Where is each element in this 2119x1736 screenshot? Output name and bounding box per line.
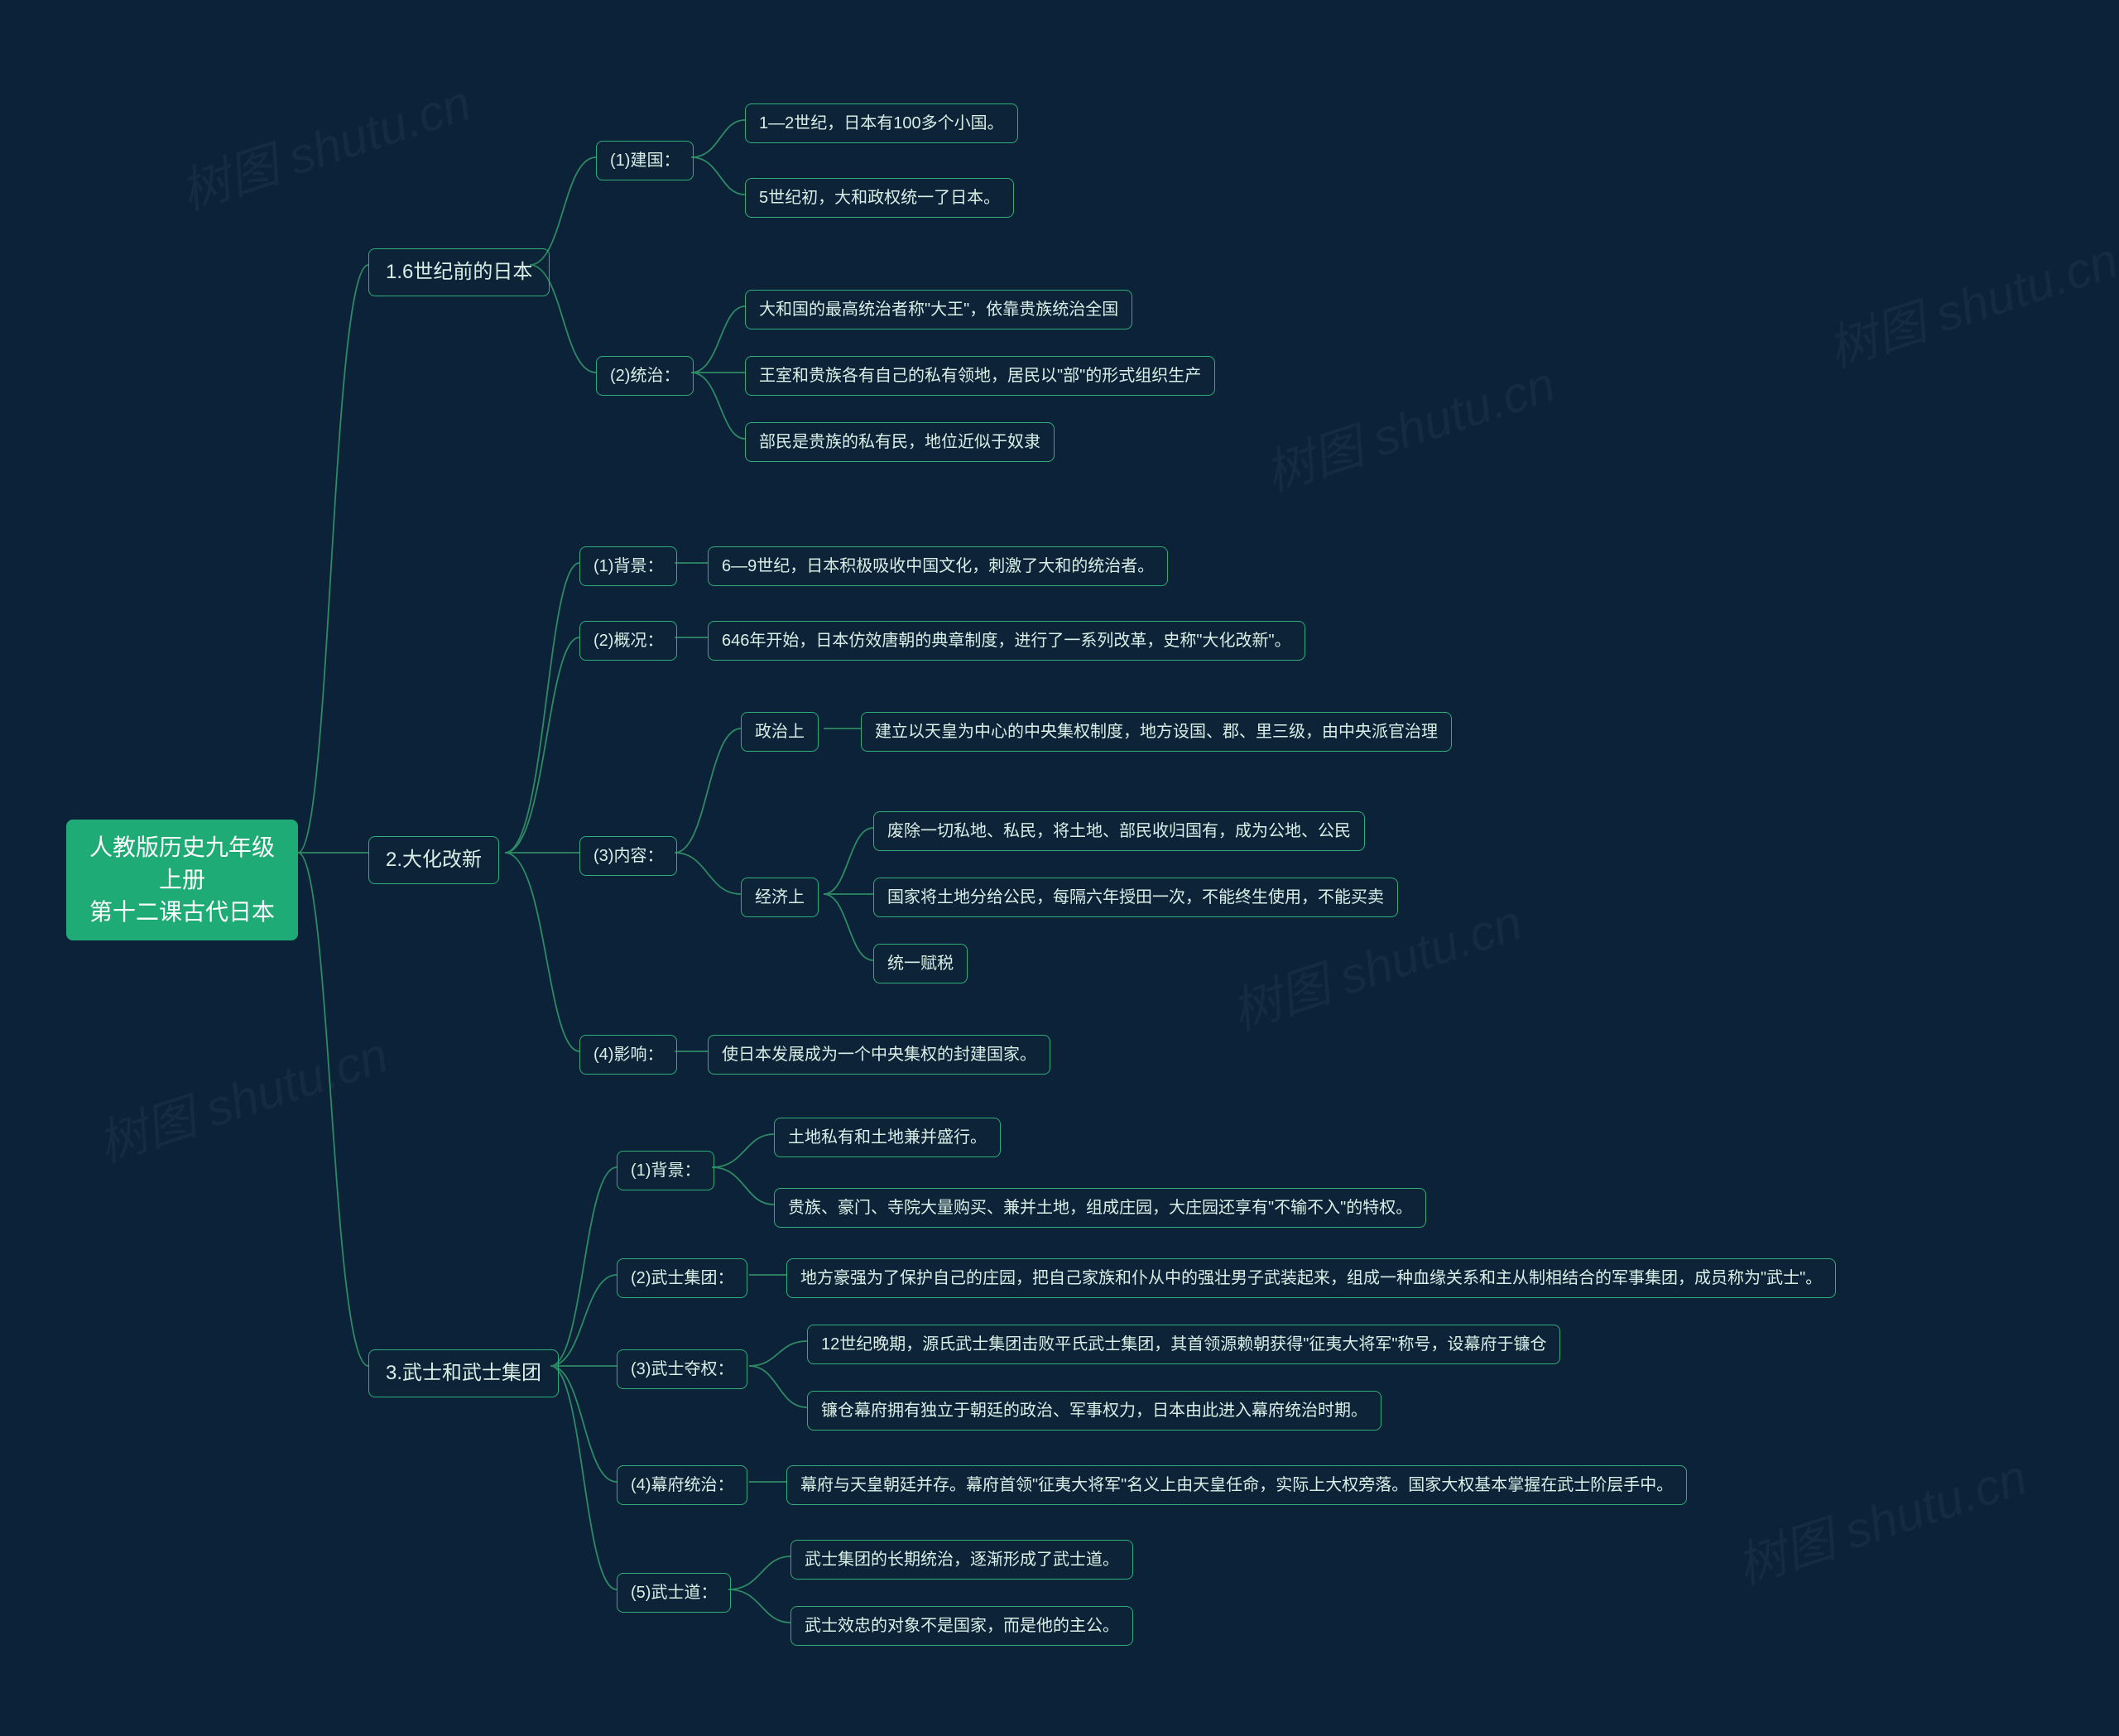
sec2-child-2[interactable]: (2)概况： [579, 621, 677, 661]
sec2-child-3-sub-2-leaf-2[interactable]: 国家将土地分给公民，每隔六年授田一次，不能终生使用，不能买卖 [873, 878, 1398, 917]
sec3-child-2-label: (2)武士集团： [631, 1269, 733, 1287]
leaf-label: 王室和贵族各有自己的私有领地，居民以"部"的形式组织生产 [759, 367, 1201, 385]
sub-label: 政治上 [755, 723, 805, 741]
section-2-label: 2.大化改新 [386, 849, 482, 871]
leaf-label: 5世纪初，大和政权统一了日本。 [759, 189, 1000, 207]
leaf-label: 建立以天皇为中心的中央集权制度，地方设国、郡、里三级，由中央派官治理 [875, 723, 1438, 741]
section-3-label: 3.武士和武士集团 [386, 1362, 541, 1384]
sec1-child-1-label: (1)建国： [610, 151, 680, 170]
sec1-child-2-leaf-3[interactable]: 部民是贵族的私有民，地位近似于奴隶 [745, 422, 1055, 462]
leaf-label: 武士集团的长期统治，逐渐形成了武士道。 [805, 1551, 1119, 1569]
sec2-child-4[interactable]: (4)影响： [579, 1035, 677, 1075]
watermark: 树图 shutu.cn [87, 1015, 396, 1176]
leaf-label: 使日本发展成为一个中央集权的封建国家。 [722, 1046, 1036, 1064]
watermark: 树图 shutu.cn [1254, 344, 1563, 506]
leaf-label: 地方豪强为了保护自己的庄园，把自己家族和仆从中的强壮男子武装起来，组成一种血缘关… [800, 1269, 1822, 1287]
leaf-label: 大和国的最高统治者称"大王"，依靠贵族统治全国 [759, 301, 1118, 319]
sec2-child-3-sub-1-leaf-1[interactable]: 建立以天皇为中心的中央集权制度，地方设国、郡、里三级，由中央派官治理 [861, 712, 1452, 752]
sec3-child-1[interactable]: (1)背景： [617, 1151, 714, 1190]
leaf-label: 部民是贵族的私有民，地位近似于奴隶 [759, 433, 1040, 451]
sec1-child-2-leaf-2[interactable]: 王室和贵族各有自己的私有领地，居民以"部"的形式组织生产 [745, 356, 1215, 396]
sec2-child-4-label: (4)影响： [593, 1046, 663, 1064]
sec3-child-2[interactable]: (2)武士集团： [617, 1258, 747, 1298]
sec2-child-3-sub-2-leaf-3[interactable]: 统一赋税 [873, 944, 968, 983]
sec2-child-3-sub-1[interactable]: 政治上 [741, 712, 819, 752]
sec1-child-2[interactable]: (2)统治： [596, 356, 694, 396]
section-1[interactable]: 1.6世纪前的日本 [368, 248, 550, 296]
leaf-label: 6—9世纪，日本积极吸收中国文化，刺激了大和的统治者。 [722, 557, 1154, 575]
sec2-child-3-label: (3)内容： [593, 847, 663, 865]
sec1-child-1-leaf-2[interactable]: 5世纪初，大和政权统一了日本。 [745, 178, 1014, 218]
section-1-label: 1.6世纪前的日本 [386, 261, 532, 283]
sec2-child-2-label: (2)概况： [593, 632, 663, 650]
section-2[interactable]: 2.大化改新 [368, 836, 499, 884]
leaf-label: 废除一切私地、私民，将土地、部民收归国有，成为公地、公民 [887, 822, 1351, 840]
sec3-child-1-label: (1)背景： [631, 1161, 700, 1180]
leaf-label: 国家将土地分给公民，每隔六年授田一次，不能终生使用，不能买卖 [887, 888, 1384, 906]
sec2-child-1-label: (1)背景： [593, 557, 663, 575]
sec2-child-3-sub-2-leaf-1[interactable]: 废除一切私地、私民，将土地、部民收归国有，成为公地、公民 [873, 811, 1365, 851]
leaf-label: 统一赋税 [887, 955, 954, 973]
mindmap-canvas: 树图 shutu.cn 树图 shutu.cn 树图 shutu.cn 树图 s… [0, 0, 2119, 1736]
leaf-label: 贵族、豪门、寺院大量购买、兼并土地，组成庄园，大庄园还享有"不输不入"的特权。 [788, 1199, 1412, 1217]
sec1-child-1[interactable]: (1)建国： [596, 141, 694, 180]
sec3-child-5-label: (5)武士道： [631, 1584, 717, 1602]
sec1-child-2-label: (2)统治： [610, 367, 680, 385]
sec3-child-5[interactable]: (5)武士道： [617, 1573, 731, 1613]
root-node[interactable]: 人教版历史九年级上册 第十二课古代日本 [66, 820, 298, 940]
sub-label: 经济上 [755, 888, 805, 906]
sec3-child-3-leaf-2[interactable]: 镰仓幕府拥有独立于朝廷的政治、军事权力，日本由此进入幕府统治时期。 [807, 1391, 1381, 1431]
sec3-child-3-label: (3)武士夺权： [631, 1360, 733, 1378]
sec1-child-1-leaf-1[interactable]: 1—2世纪，日本有100多个小国。 [745, 103, 1018, 143]
watermark: 树图 shutu.cn [1817, 220, 2119, 382]
leaf-label: 1—2世纪，日本有100多个小国。 [759, 114, 1004, 132]
sec1-child-2-leaf-1[interactable]: 大和国的最高统治者称"大王"，依靠贵族统治全国 [745, 290, 1132, 329]
leaf-label: 12世纪晚期，源氏武士集团击败平氏武士集团，其首领源赖朝获得"征夷大将军"称号，… [821, 1335, 1546, 1354]
sec3-child-4-leaf-1[interactable]: 幕府与天皇朝廷并存。幕府首领"征夷大将军"名义上由天皇任命，实际上大权旁落。国家… [786, 1465, 1687, 1505]
sec2-child-3-sub-2[interactable]: 经济上 [741, 878, 819, 917]
sec3-child-2-leaf-1[interactable]: 地方豪强为了保护自己的庄园，把自己家族和仆从中的强壮男子武装起来，组成一种血缘关… [786, 1258, 1836, 1298]
sec3-child-4[interactable]: (4)幕府统治： [617, 1465, 747, 1505]
sec2-child-1-leaf-1[interactable]: 6—9世纪，日本积极吸收中国文化，刺激了大和的统治者。 [708, 546, 1168, 586]
sec3-child-5-leaf-2[interactable]: 武士效忠的对象不是国家，而是他的主公。 [790, 1606, 1133, 1646]
sec3-child-5-leaf-1[interactable]: 武士集团的长期统治，逐渐形成了武士道。 [790, 1540, 1133, 1580]
watermark: 树图 shutu.cn [170, 63, 478, 224]
root-title: 人教版历史九年级上册 第十二课古代日本 [89, 834, 275, 925]
leaf-label: 武士效忠的对象不是国家，而是他的主公。 [805, 1617, 1119, 1635]
sec2-child-1[interactable]: (1)背景： [579, 546, 677, 586]
section-3[interactable]: 3.武士和武士集团 [368, 1349, 559, 1397]
leaf-label: 土地私有和土地兼并盛行。 [788, 1128, 987, 1147]
sec3-child-4-label: (4)幕府统治： [631, 1476, 733, 1494]
sec3-child-1-leaf-2[interactable]: 贵族、豪门、寺院大量购买、兼并土地，组成庄园，大庄园还享有"不输不入"的特权。 [774, 1188, 1426, 1228]
sec3-child-3-leaf-1[interactable]: 12世纪晚期，源氏武士集团击败平氏武士集团，其首领源赖朝获得"征夷大将军"称号，… [807, 1325, 1560, 1364]
sec2-child-4-leaf-1[interactable]: 使日本发展成为一个中央集权的封建国家。 [708, 1035, 1050, 1075]
sec2-child-2-leaf-1[interactable]: 646年开始，日本仿效唐朝的典章制度，进行了一系列改革，史称"大化改新"。 [708, 621, 1305, 661]
watermark: 树图 shutu.cn [1726, 1437, 2035, 1599]
leaf-label: 幕府与天皇朝廷并存。幕府首领"征夷大将军"名义上由天皇任命，实际上大权旁落。国家… [800, 1476, 1673, 1494]
leaf-label: 646年开始，日本仿效唐朝的典章制度，进行了一系列改革，史称"大化改新"。 [722, 632, 1291, 650]
sec3-child-1-leaf-1[interactable]: 土地私有和土地兼并盛行。 [774, 1118, 1001, 1157]
sec2-child-3[interactable]: (3)内容： [579, 836, 677, 876]
leaf-label: 镰仓幕府拥有独立于朝廷的政治、军事权力，日本由此进入幕府统治时期。 [821, 1402, 1367, 1420]
sec3-child-3[interactable]: (3)武士夺权： [617, 1349, 747, 1389]
